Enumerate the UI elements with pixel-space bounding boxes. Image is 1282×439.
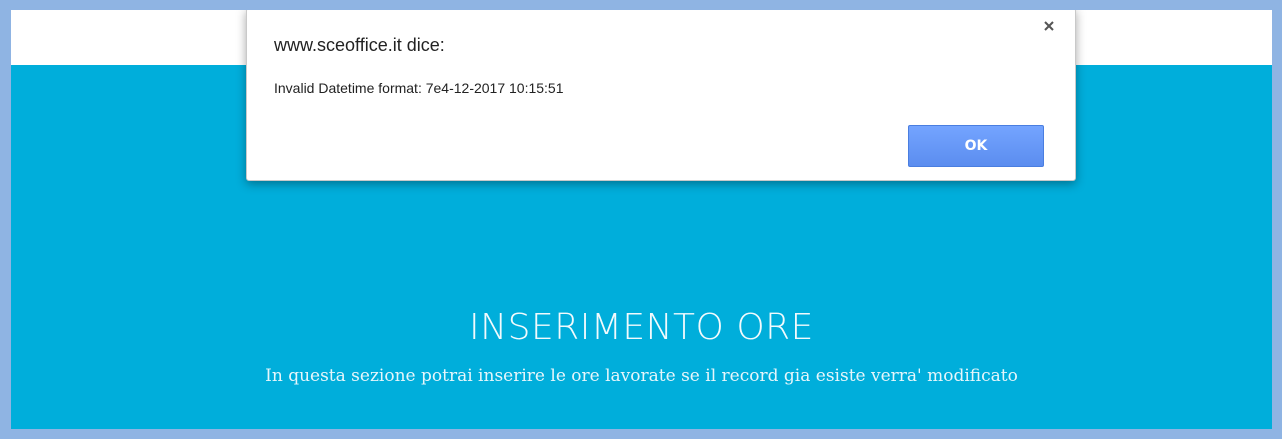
page-title: INSERIMENTO ORE <box>469 307 814 348</box>
web-page: INSERIMENTO ORE In questa sezione potrai… <box>11 10 1272 429</box>
page-subtitle: In questa sezione potrai inserire le ore… <box>265 366 1018 386</box>
dialog-message: Invalid Datetime format: 7e4-12-2017 10:… <box>274 80 564 96</box>
dialog-title: www.sceoffice.it dice: <box>274 35 445 55</box>
close-icon[interactable] <box>1041 18 1057 34</box>
alert-dialog: www.sceoffice.it dice: Invalid Datetime … <box>246 10 1076 181</box>
ok-button[interactable]: OK <box>908 125 1044 167</box>
